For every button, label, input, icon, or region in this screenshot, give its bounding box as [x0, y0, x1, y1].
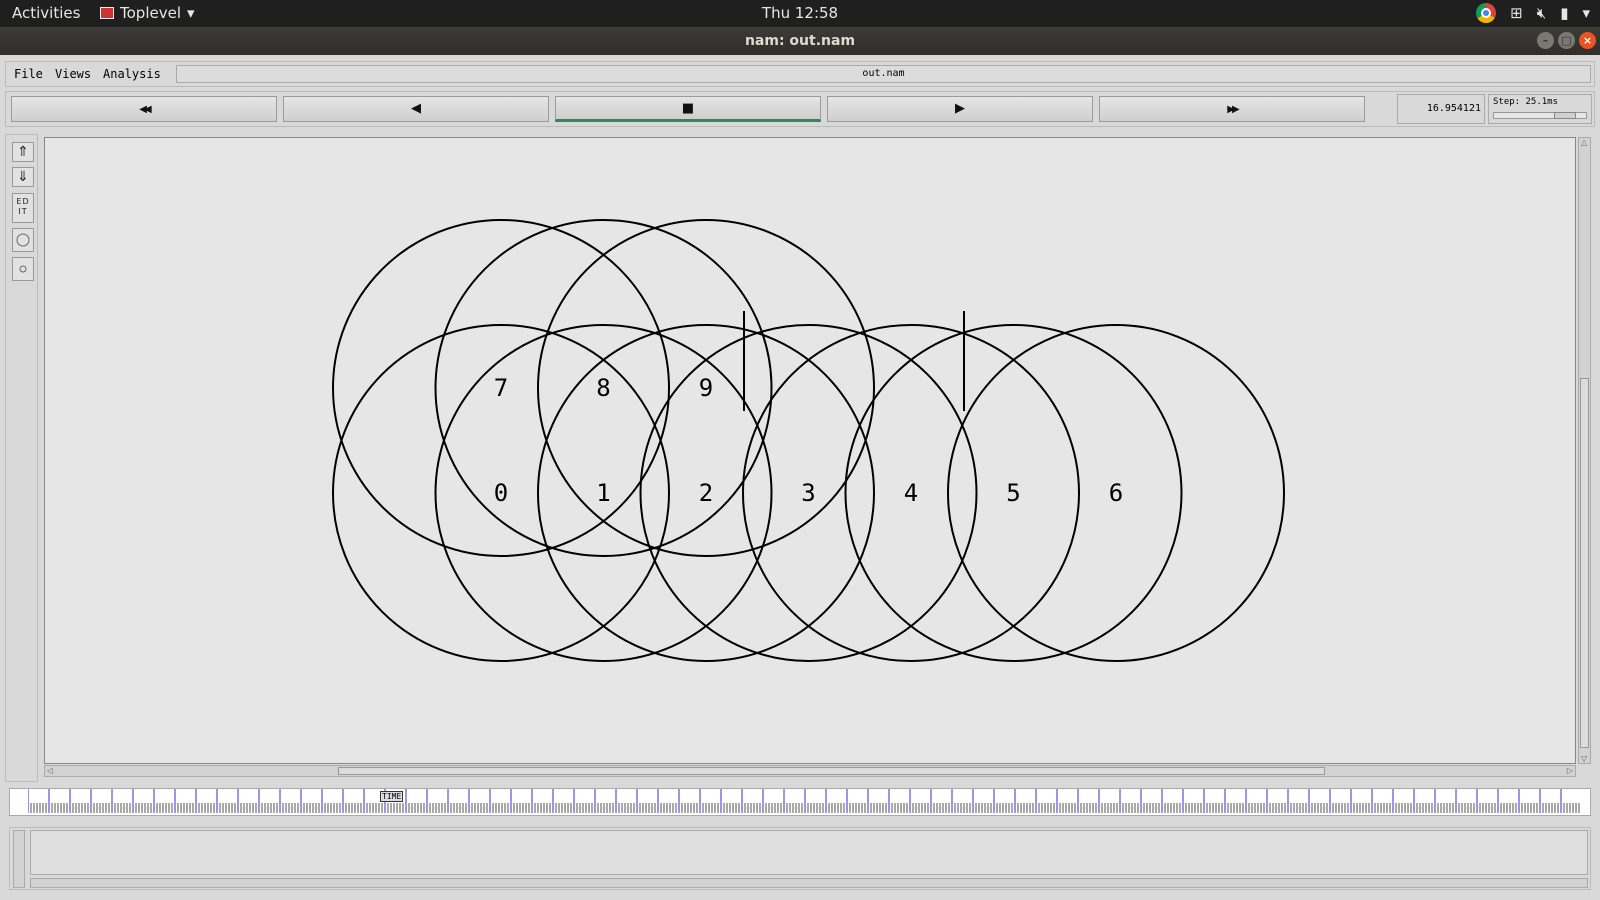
horizontal-scroll-thumb[interactable] [338, 767, 1325, 775]
filename-display: out.nam [176, 65, 1591, 83]
step-slider[interactable] [1493, 112, 1587, 119]
edit-button[interactable]: ED IT [12, 193, 34, 223]
app-name: Toplevel [120, 4, 181, 22]
scroll-right-icon[interactable]: ▷ [1567, 766, 1573, 775]
tool-panel: ⇑ ⇓ ED IT [5, 134, 38, 782]
timeline-slider[interactable]: TIME [9, 788, 1591, 816]
system-top-bar: Activities Toplevel ▾ Thu 12:58 ⊞ 🔇︎ ▮ ▾ [0, 0, 1600, 27]
small-node-tool[interactable] [12, 257, 34, 281]
network-icon[interactable]: ⊞ [1510, 4, 1523, 22]
fast-forward-icon: ▶▶ [1227, 104, 1240, 115]
menu-analysis[interactable]: Analysis [103, 67, 161, 81]
zoom-in-icon[interactable]: ⇑ [12, 142, 34, 162]
system-tray: ⊞ 🔇︎ ▮ ▾ [1476, 3, 1590, 23]
time-display: 16.954121 [1397, 94, 1485, 124]
time-marker[interactable]: TIME [380, 791, 404, 802]
scroll-up-icon[interactable]: △ [1581, 138, 1587, 147]
app-icon [100, 7, 114, 19]
rewind-button[interactable]: ◀◀ [11, 96, 277, 122]
menu-bar: File Views Analysis out.nam [5, 61, 1595, 87]
maximize-button[interactable]: □ [1558, 32, 1575, 49]
zoom-out-icon[interactable]: ⇓ [12, 167, 34, 187]
annotation-text-area[interactable] [30, 830, 1588, 875]
chevron-down-icon: ▾ [186, 4, 195, 22]
stop-button[interactable]: ■ [555, 96, 821, 122]
window-buttons: – □ × [1537, 32, 1596, 49]
clock-container: Thu 12:58 [0, 4, 1600, 22]
annotation-vertical-scrollbar[interactable] [13, 830, 25, 888]
play-button[interactable]: ▶ [827, 96, 1093, 122]
network-topology: 0 1 2 3 4 5 6 7 8 9 [332, 219, 1285, 662]
fast-forward-button[interactable]: ▶▶ [1099, 96, 1365, 122]
close-button[interactable]: × [1579, 32, 1596, 49]
annotation-horizontal-scrollbar[interactable] [30, 878, 1588, 888]
clock[interactable]: Thu 12:58 [762, 4, 838, 22]
horizontal-scrollbar[interactable]: ◁ ▷ [44, 765, 1576, 777]
play-icon: ▶ [955, 101, 965, 116]
chrome-icon[interactable] [1476, 3, 1497, 23]
menu-file[interactable]: File [14, 67, 43, 81]
node-label[interactable]: 9 [699, 374, 713, 402]
window-title: nam: out.nam [744, 33, 856, 49]
node-label[interactable]: 6 [1109, 479, 1123, 507]
rewind-icon: ◀◀ [139, 104, 152, 115]
step-label: Step: 25.1ms [1493, 97, 1559, 107]
step-control: Step: 25.1ms [1488, 94, 1592, 124]
circle-icon [16, 233, 30, 247]
node-circle-tool[interactable] [12, 228, 34, 252]
scroll-down-icon[interactable]: ▽ [1581, 754, 1587, 763]
stop-icon: ■ [681, 101, 695, 116]
step-back-button[interactable]: ◀ [283, 96, 549, 122]
annotation-panel [9, 827, 1591, 890]
playback-controls: ◀◀ ◀ ■ ▶ ▶▶ 16.954121 Step: 25.1ms [5, 91, 1595, 127]
scroll-left-icon[interactable]: ◁ [47, 766, 53, 775]
app-menu[interactable]: Toplevel ▾ [100, 4, 195, 22]
node-label[interactable]: 4 [904, 479, 918, 507]
minimize-button[interactable]: – [1537, 32, 1554, 49]
node-label[interactable]: 1 [596, 479, 610, 507]
step-slider-knob[interactable] [1554, 112, 1576, 119]
activities-button[interactable]: Activities [12, 4, 80, 22]
vertical-scroll-thumb[interactable] [1580, 378, 1589, 748]
node-label[interactable]: 2 [699, 479, 713, 507]
volume-icon[interactable]: 🔇︎ [1537, 4, 1546, 22]
node-label[interactable]: 3 [801, 479, 815, 507]
network-canvas[interactable]: 0 1 2 3 4 5 6 7 8 9 [44, 137, 1576, 764]
node-label[interactable]: 7 [494, 374, 508, 402]
node-label[interactable]: 8 [596, 374, 610, 402]
back-icon: ◀ [411, 101, 421, 116]
battery-icon[interactable]: ▮ [1560, 4, 1568, 22]
node-label[interactable]: 0 [494, 479, 508, 507]
timeline-ticks [28, 789, 1580, 813]
menu-views[interactable]: Views [55, 67, 91, 81]
system-menu-chevron-icon[interactable]: ▾ [1582, 4, 1590, 22]
small-circle-icon [19, 265, 27, 273]
node-label[interactable]: 5 [1006, 479, 1020, 507]
window-title-bar: nam: out.nam – □ × [0, 27, 1600, 55]
vertical-scrollbar[interactable]: △ ▽ [1578, 137, 1591, 764]
